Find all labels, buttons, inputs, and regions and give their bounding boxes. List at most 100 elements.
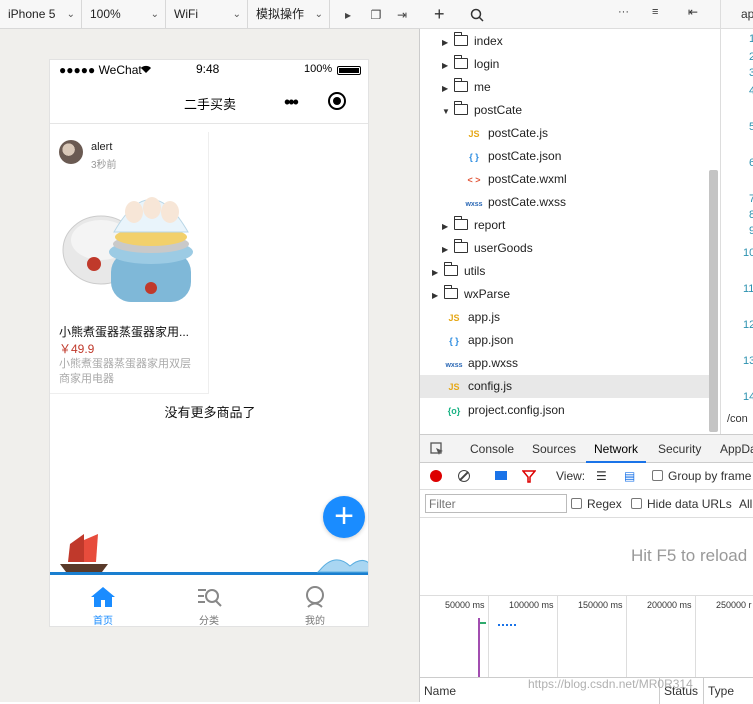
editor-path: /con <box>727 413 748 425</box>
wxss-file-icon: wxss <box>445 362 463 369</box>
collapse-icon[interactable]: ≡ <box>652 6 658 18</box>
tree-item-app-js[interactable]: JS app.js <box>444 306 500 329</box>
tree-item-utils[interactable]: ▶ utils <box>432 260 485 283</box>
tree-item-postcate-js[interactable]: JS postCate.js <box>464 122 548 145</box>
folder-icon <box>454 32 468 46</box>
record-icon[interactable] <box>430 470 442 482</box>
nav-bar: 二手买卖 ••• <box>50 80 368 124</box>
capsule-close-icon[interactable] <box>328 92 346 110</box>
home-icon <box>91 587 115 607</box>
tree-item-login[interactable]: ▶ login <box>442 53 499 76</box>
tab-network[interactable]: Network <box>586 435 647 463</box>
carrier-label: ●●●●● WeChat <box>59 63 142 77</box>
tree-item-postcate-wxss[interactable]: wxss postCate.wxss <box>464 191 566 214</box>
filter-bar: Regex Hide data URLs All <box>420 490 753 518</box>
product-title: 小熊煮蛋器蒸蛋器家用... <box>59 325 190 339</box>
volume-icon[interactable]: ▸ <box>340 7 356 23</box>
more-icon[interactable]: ··· <box>618 6 629 18</box>
filter-icon[interactable] <box>522 470 536 483</box>
tree-item-postcate[interactable]: ▼ postCate <box>442 99 522 122</box>
devtools-tabs: Console Sources Network Security AppDa <box>420 435 753 463</box>
network-select[interactable]: WiFi ⌄ <box>166 0 248 29</box>
chevron-down-icon: ⌄ <box>66 9 75 20</box>
editor-tab[interactable]: ap <box>720 0 753 29</box>
battery-icon <box>337 66 361 75</box>
category-search-icon <box>198 589 222 607</box>
clear-icon[interactable] <box>458 470 470 482</box>
tree-item-wxparse[interactable]: ▶ wxParse <box>432 283 510 306</box>
filter-input[interactable] <box>425 494 567 513</box>
tab-bar: 首页 分类 我的 <box>50 580 368 626</box>
regex-option[interactable]: Regex <box>571 497 622 511</box>
battery-label: 100% <box>304 63 333 75</box>
timeline-marker <box>478 618 480 678</box>
folder-open-icon <box>454 101 468 115</box>
inspect-icon[interactable] <box>430 442 444 456</box>
tab-appdata[interactable]: AppDa <box>720 435 753 463</box>
camera-icon[interactable] <box>495 471 507 480</box>
waterfall-icon[interactable]: ▤ <box>624 469 635 483</box>
operation-select[interactable]: 模拟操作 ⌄ <box>248 0 330 29</box>
hide-data-urls-option[interactable]: Hide data URLs <box>631 497 732 511</box>
folder-icon <box>444 285 458 299</box>
tree-scrollbar[interactable] <box>709 170 718 432</box>
tree-item-index[interactable]: ▶ index <box>442 30 503 53</box>
project-config-icon: {o} <box>447 406 461 416</box>
caret-right-icon: ▶ <box>432 268 439 277</box>
chevron-down-icon: ⌄ <box>314 9 323 20</box>
search-icon[interactable] <box>470 8 484 22</box>
col-type[interactable]: Type <box>708 684 734 698</box>
view-label: View: <box>556 469 586 483</box>
network-timeline: 50000 ms 100000 ms 150000 ms 200000 ms 2… <box>420 595 753 678</box>
tree-item-app-wxss[interactable]: wxss app.wxss <box>444 352 518 375</box>
caret-right-icon: ▶ <box>442 222 449 231</box>
json-file-icon: { } <box>469 152 479 162</box>
tab-security[interactable]: Security <box>658 435 701 463</box>
tree-item-report[interactable]: ▶ report <box>442 214 505 237</box>
checkbox-icon <box>631 498 642 509</box>
tree-item-project-config[interactable]: {o} project.config.json <box>444 399 565 422</box>
tab-me[interactable]: 我的 <box>262 580 368 626</box>
no-more-label: 没有更多商品了 <box>164 405 256 420</box>
simulator-toolbar: iPhone 5 ⌄ 100% ⌄ WiFi ⌄ 模拟操作 ⌄ ▸ ❐ ⇥ <box>0 0 420 29</box>
file-tree: ▶ index ▶ login ▶ me ▼ postCate JS postCate.j… <box>420 29 720 434</box>
detach-icon[interactable]: ⇥ <box>394 7 410 23</box>
filter-all[interactable]: All <box>739 497 752 511</box>
device-select[interactable]: iPhone 5 ⌄ <box>0 0 82 29</box>
tree-item-config-js[interactable]: JS config.js <box>420 375 710 398</box>
tab-console[interactable]: Console <box>470 435 514 463</box>
folder-icon <box>454 239 468 253</box>
reload-hint: Hit F5 to reload <box>631 546 748 565</box>
caret-right-icon: ▶ <box>432 291 439 300</box>
more-icon[interactable]: ••• <box>284 92 299 113</box>
split-icon[interactable]: ⇤ <box>688 5 698 19</box>
caret-right-icon: ▶ <box>442 61 449 70</box>
product-price: ￥49.9 <box>59 342 95 356</box>
chevron-down-icon: ⌄ <box>150 9 159 20</box>
tree-item-me[interactable]: ▶ me <box>442 76 491 99</box>
tab-home[interactable]: 首页 <box>50 580 156 626</box>
folder-icon <box>444 262 458 276</box>
group-by-frame-option[interactable]: Group by frame <box>652 469 751 483</box>
zoom-select[interactable]: 100% ⌄ <box>82 0 166 29</box>
tree-item-usergoods[interactable]: ▶ userGoods <box>442 237 533 260</box>
window-icon[interactable]: ❐ <box>368 7 384 23</box>
tree-item-postcate-json[interactable]: { } postCate.json <box>464 145 561 168</box>
post-time: 3秒前 <box>91 160 117 171</box>
add-icon[interactable]: + <box>434 5 445 23</box>
add-post-button[interactable]: + <box>323 496 365 538</box>
watermark: https://blog.csdn.net/MR0R314 <box>528 677 693 691</box>
status-bar: ●●●●● WeChat 9:48 100% <box>50 60 368 80</box>
tree-item-app-json[interactable]: { } app.json <box>444 329 513 352</box>
col-name[interactable]: Name <box>424 684 456 698</box>
caret-down-icon: ▼ <box>442 107 450 116</box>
list-view-icon[interactable]: ☰ <box>596 469 607 483</box>
checkbox-icon <box>571 498 582 509</box>
ship-wave-banner <box>50 534 368 575</box>
product-card[interactable]: alert 3秒前 小熊煮蛋器蒸蛋器家用... ￥49.9 小熊煮蛋器蒸蛋器家用… <box>50 132 209 394</box>
tab-category[interactable]: 分类 <box>156 580 262 626</box>
product-image <box>62 197 193 302</box>
wxml-file-icon: < > <box>467 175 481 185</box>
tab-sources[interactable]: Sources <box>532 435 576 463</box>
tree-item-postcate-wxml[interactable]: < > postCate.wxml <box>464 168 566 191</box>
